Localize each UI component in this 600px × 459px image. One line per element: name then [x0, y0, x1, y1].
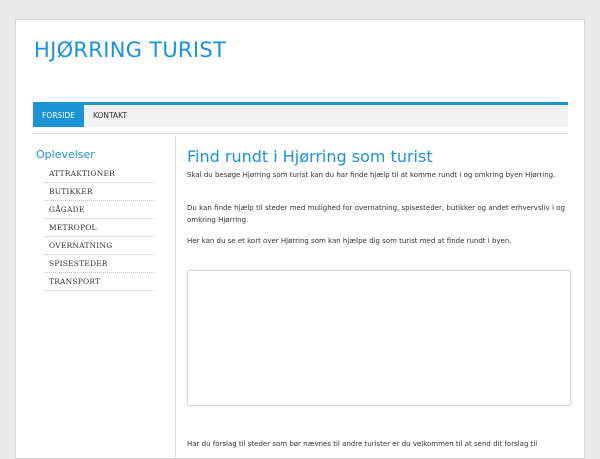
sidebar-item-transport: TRANSPORT	[44, 273, 154, 291]
sidebar-link-transport[interactable]: TRANSPORT	[44, 273, 154, 291]
page-container: HJØRRING TURIST FORSIDE KONTAKT Oplevels…	[15, 19, 585, 459]
sidebar-item-attraktioner: ATTRAKTIONER	[44, 165, 154, 183]
column-divider	[175, 136, 176, 458]
services-paragraph: Du kan finde hjælp til steder med muligh…	[187, 204, 565, 224]
sidebar-menu: ATTRAKTIONER BUTIKKER GÅGADE METROPOL OV…	[44, 165, 154, 291]
map-embed[interactable]	[187, 270, 571, 406]
page-heading: Find rundt i Hjørring som turist	[187, 147, 433, 166]
sidebar-link-overnatning[interactable]: OVERNATNING	[44, 237, 154, 255]
main-nav: FORSIDE KONTAKT	[33, 102, 568, 127]
sidebar-item-overnatning: OVERNATNING	[44, 237, 154, 255]
sidebar-item-butikker: BUTIKKER	[44, 183, 154, 201]
sidebar-link-attraktioner[interactable]: ATTRAKTIONER	[44, 165, 154, 183]
nav-item-forside[interactable]: FORSIDE	[33, 102, 84, 127]
map-intro-paragraph: Her kan du se et kort over Hjørring som …	[187, 237, 512, 245]
header-divider	[33, 133, 568, 134]
sidebar-title: Oplevelser	[36, 148, 95, 161]
sidebar-item-gagade: GÅGADE	[44, 201, 154, 219]
site-title[interactable]: HJØRRING TURIST	[34, 37, 226, 63]
sidebar-link-spisesteder[interactable]: SPISESTEDER	[44, 255, 154, 273]
nav-item-kontakt[interactable]: KONTAKT	[84, 102, 136, 127]
intro-paragraph: Skal du besøge Hjørring som turist kan d…	[187, 171, 556, 179]
sidebar-link-metropol[interactable]: METROPOL	[44, 219, 154, 237]
suggestion-paragraph: Har du forslag til steder som bør nævnes…	[187, 440, 538, 448]
sidebar-link-gagade[interactable]: GÅGADE	[44, 201, 154, 219]
sidebar-item-spisesteder: SPISESTEDER	[44, 255, 154, 273]
sidebar-link-butikker[interactable]: BUTIKKER	[44, 183, 154, 201]
sidebar-item-metropol: METROPOL	[44, 219, 154, 237]
